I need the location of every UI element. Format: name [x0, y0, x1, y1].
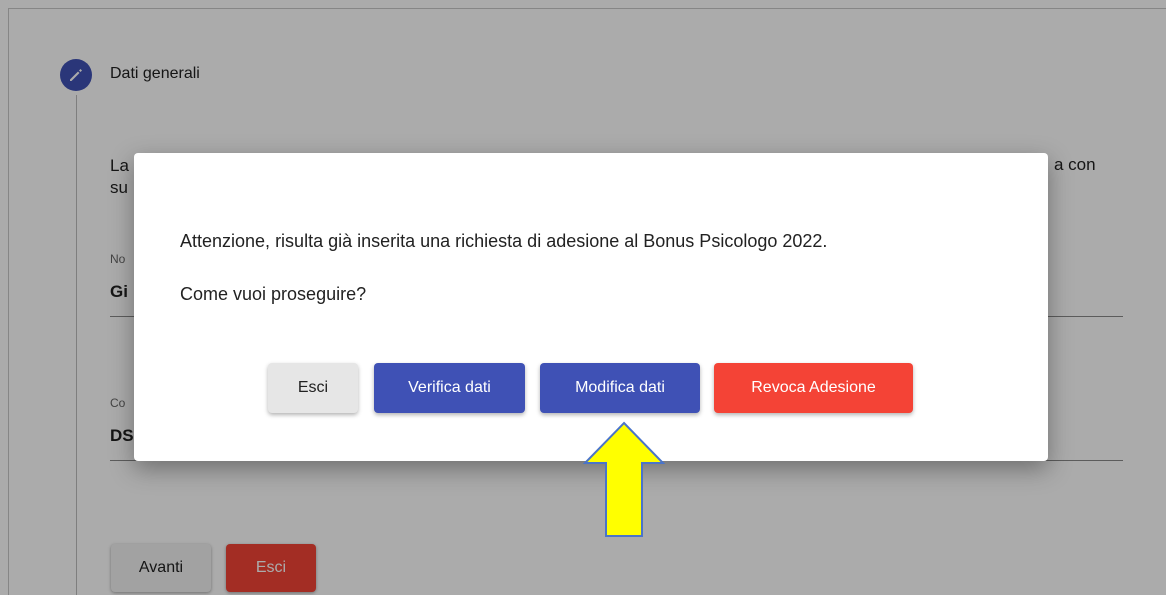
modifica-dati-button[interactable]: Modifica dati — [540, 363, 700, 413]
verifica-dati-button[interactable]: Verifica dati — [374, 363, 525, 413]
confirmation-dialog: Attenzione, risulta già inserita una ric… — [134, 153, 1048, 461]
up-arrow-icon — [583, 421, 665, 537]
esci-button[interactable]: Esci — [268, 363, 358, 413]
revoca-adesione-button[interactable]: Revoca Adesione — [714, 363, 913, 413]
dialog-question: Come vuoi proseguire? — [180, 284, 367, 304]
dialog-message: Attenzione, risulta già inserita una ric… — [180, 231, 828, 251]
